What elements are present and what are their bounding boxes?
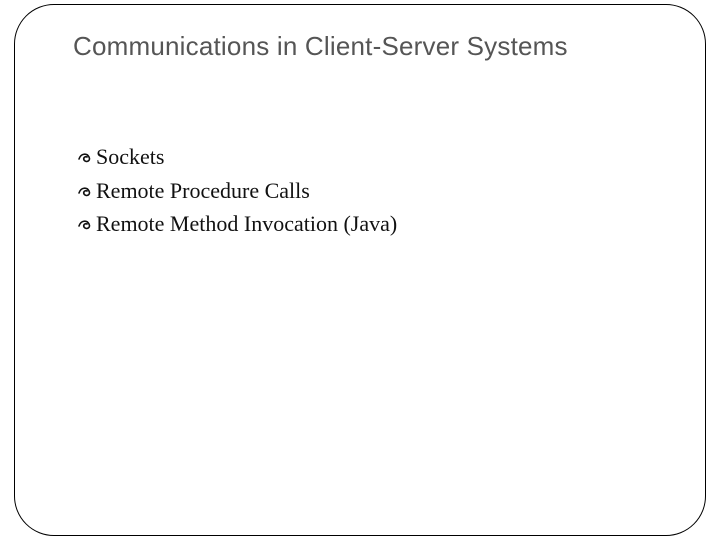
- bullet-text: Remote Procedure Calls: [96, 177, 310, 205]
- list-item: Remote Procedure Calls: [77, 177, 397, 205]
- list-item: Sockets: [77, 143, 397, 171]
- slide-frame: Communications in Client-Server Systems …: [14, 4, 706, 536]
- slide-title: Communications in Client-Server Systems: [73, 31, 568, 62]
- bullet-icon: [77, 148, 95, 170]
- bullet-icon: [77, 182, 95, 204]
- bullet-text: Remote Method Invocation (Java): [96, 210, 397, 238]
- list-item: Remote Method Invocation (Java): [77, 210, 397, 238]
- bullet-icon: [77, 215, 95, 237]
- bullet-text: Sockets: [96, 143, 164, 171]
- bullet-list: Sockets Remote Procedure Calls Remote Me…: [77, 143, 397, 244]
